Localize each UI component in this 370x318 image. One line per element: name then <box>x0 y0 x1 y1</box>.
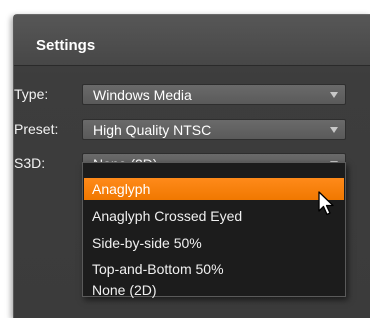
preset-label: Preset: <box>14 121 59 137</box>
mouse-cursor-icon <box>318 191 334 216</box>
type-label: Type: <box>14 86 49 102</box>
preset-value: High Quality NTSC <box>93 122 212 138</box>
chevron-down-icon <box>330 92 338 98</box>
s3d-option-top-and-bottom[interactable]: Top-and-Bottom 50% <box>84 258 344 280</box>
type-value: Windows Media <box>93 87 192 103</box>
chevron-down-icon <box>330 127 338 133</box>
s3d-option-anaglyph[interactable]: Anaglyph <box>84 178 344 200</box>
settings-header: Settings <box>14 15 370 66</box>
s3d-option-side-by-side[interactable]: Side-by-side 50% <box>84 232 344 254</box>
s3d-label: S3D: <box>14 155 46 171</box>
type-dropdown[interactable]: Windows Media <box>82 84 346 105</box>
panel-title: Settings <box>36 37 96 54</box>
s3d-dropdown-list: Anaglyph Anaglyph Crossed Eyed Side-by-s… <box>82 162 346 297</box>
s3d-option-none[interactable]: None (2D) <box>84 283 344 297</box>
s3d-option-anaglyph-crossed-eyed[interactable]: Anaglyph Crossed Eyed <box>84 205 344 227</box>
preset-dropdown[interactable]: High Quality NTSC <box>82 119 346 140</box>
